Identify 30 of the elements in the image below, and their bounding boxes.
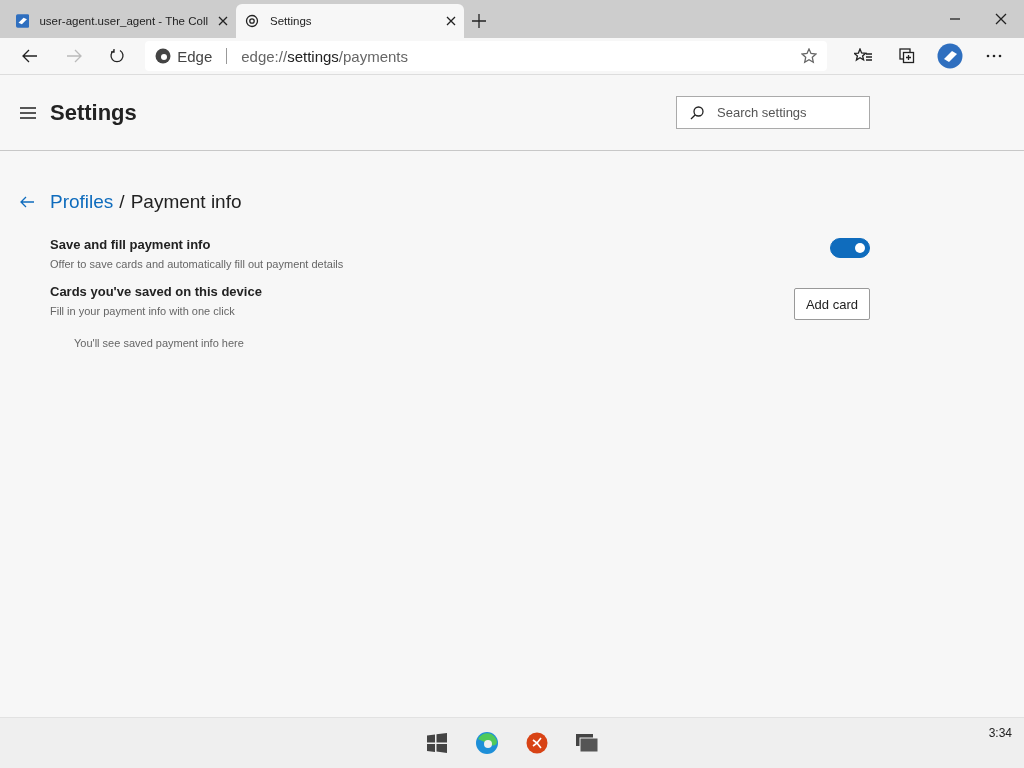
breadcrumb-current: Payment info: [130, 191, 242, 213]
star-icon[interactable]: [801, 48, 818, 64]
address-bar[interactable]: Edge edge://settings/payments: [145, 41, 828, 71]
browser-logo-icon: [155, 48, 172, 64]
remote-desktop-icon[interactable]: [524, 730, 550, 756]
close-tab-icon[interactable]: [446, 16, 456, 26]
browser-tab[interactable]: user-agent.user_agent - The Coll: [8, 4, 236, 38]
page-title: Settings: [50, 99, 137, 126]
breadcrumb-separator: /: [119, 191, 125, 213]
empty-message: You'll see saved payment info here: [74, 337, 245, 349]
browser-tab[interactable]: Settings: [236, 4, 464, 38]
site-label: Edge: [177, 47, 213, 65]
search-icon: [690, 106, 704, 120]
search-field[interactable]: Search settings: [676, 96, 870, 129]
profiles-link[interactable]: Profiles: [50, 191, 114, 213]
tab-title: Settings: [270, 15, 313, 27]
browser-logo-icon[interactable]: [474, 730, 500, 756]
setting-description: Offer to save cards and automatically fill out payment details: [50, 258, 345, 270]
tab-title: user-agent.user_agent - The Coll: [39, 15, 208, 27]
setting-title: Save and fill payment info: [50, 237, 212, 252]
menu-icon[interactable]: [20, 106, 36, 119]
setting-title: Cards you've saved on this device: [50, 284, 263, 299]
url-text: edge://settings/payments: [241, 47, 410, 65]
clock-time: 3:34: [988, 726, 1012, 740]
back-arrow-icon[interactable]: [20, 196, 34, 208]
toggle-switch[interactable]: [830, 238, 870, 258]
setting-description: Fill in your payment info with one click: [50, 305, 236, 317]
close-tab-icon[interactable]: [218, 16, 228, 26]
windows-start-icon[interactable]: [424, 730, 450, 756]
add-card-button[interactable]: Add card: [793, 288, 870, 320]
